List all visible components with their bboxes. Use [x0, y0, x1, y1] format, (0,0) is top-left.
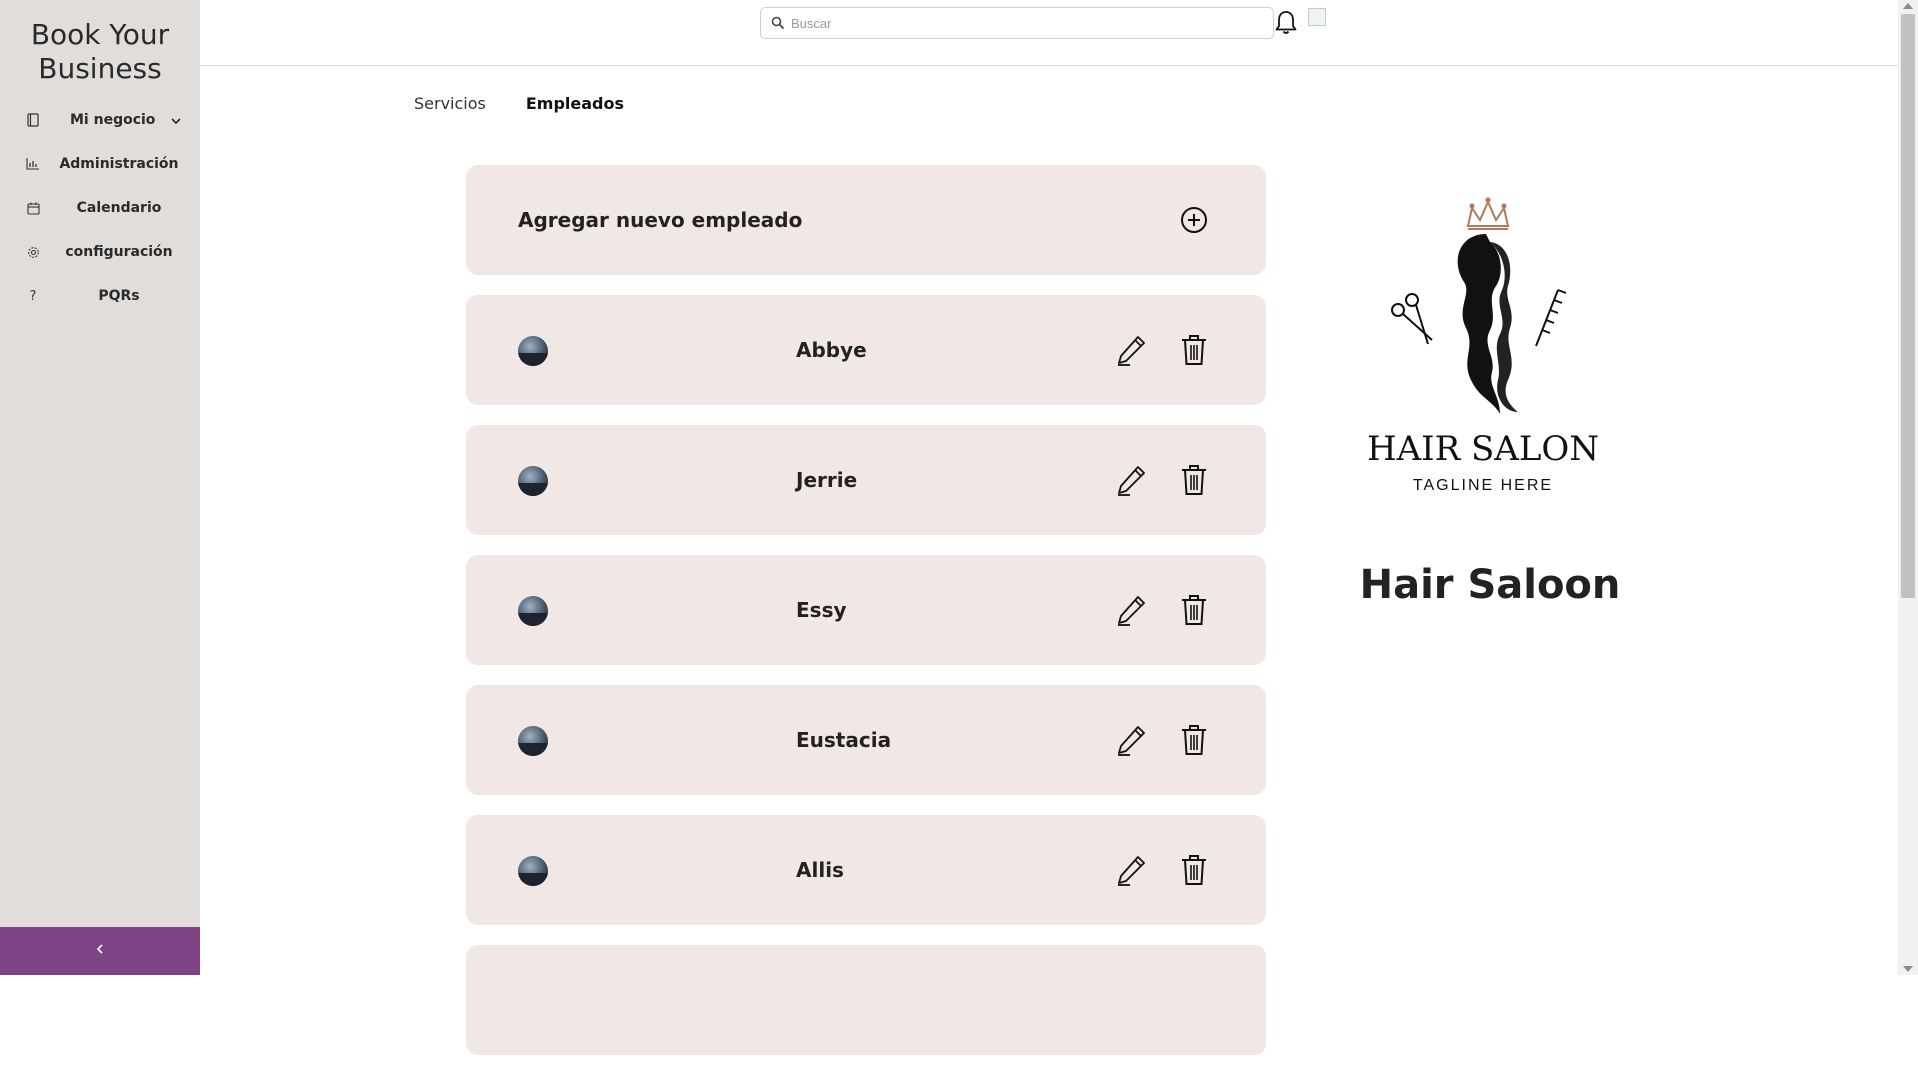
- employee-card-partial: [466, 945, 1266, 1055]
- search-input[interactable]: [791, 9, 1273, 37]
- employee-photo: [518, 856, 548, 886]
- brand-title: Book Your Business: [30, 18, 170, 85]
- calendar-icon: [26, 201, 40, 215]
- tab-empleados[interactable]: Empleados: [526, 94, 624, 113]
- user-avatar[interactable]: [1308, 8, 1326, 26]
- employee-photo: [518, 336, 548, 366]
- scroll-up-arrow[interactable]: [1903, 3, 1913, 9]
- sidebar-item-label: configuración: [65, 244, 173, 260]
- pencil-icon[interactable]: [1114, 463, 1148, 497]
- sidebar-item-label: PQRs: [98, 288, 140, 304]
- employee-card: Eustacia: [466, 685, 1266, 795]
- pencil-icon[interactable]: [1114, 333, 1148, 367]
- book-icon: [26, 113, 40, 127]
- search-icon: [771, 16, 785, 30]
- pencil-icon[interactable]: [1114, 723, 1148, 757]
- employee-name: Essy: [796, 598, 847, 622]
- employee-card: Allis: [466, 815, 1266, 925]
- trash-icon[interactable]: [1180, 463, 1208, 497]
- chart-icon: [26, 157, 40, 171]
- section-tabs: Servicios Empleados: [414, 94, 624, 113]
- logo-title: HAIR SALON: [1368, 429, 1598, 469]
- sidebar-item-administracion[interactable]: Administración: [0, 142, 200, 186]
- scrollbar-thumb[interactable]: [1901, 14, 1915, 598]
- sidebar-nav: Mi negocio Administración Calendario con…: [0, 98, 200, 318]
- add-employee-label: Agregar nuevo empleado: [518, 208, 803, 232]
- sidebar-item-configuracion[interactable]: configuración: [0, 230, 200, 274]
- employee-photo: [518, 466, 548, 496]
- sidebar-item-label: Administración: [59, 156, 179, 172]
- plus-circle-icon[interactable]: [1180, 206, 1208, 234]
- gear-icon: [26, 245, 40, 259]
- trash-icon[interactable]: [1180, 723, 1208, 757]
- employee-photo: [518, 726, 548, 756]
- employee-name: Eustacia: [796, 728, 892, 752]
- pencil-icon[interactable]: [1114, 853, 1148, 887]
- logo-tagline: TAGLINE HERE: [1413, 477, 1553, 494]
- bell-icon[interactable]: [1274, 10, 1298, 36]
- employee-name: Allis: [796, 858, 844, 882]
- business-logo: HAIR SALON TAGLINE HERE: [1367, 190, 1599, 500]
- employee-card: Abbye: [466, 295, 1266, 405]
- sidebar-collapse-button[interactable]: [0, 927, 200, 975]
- add-employee-card[interactable]: Agregar nuevo empleado: [466, 165, 1266, 275]
- employee-list: Agregar nuevo empleado Abbye Jerrie Essy: [466, 165, 1266, 1075]
- business-name: Hair Saloon: [1359, 562, 1621, 608]
- tab-servicios[interactable]: Servicios: [414, 94, 486, 113]
- sidebar: Book Your Business Mi negocio Administra…: [0, 0, 200, 975]
- sidebar-item-mi-negocio[interactable]: Mi negocio: [0, 98, 200, 142]
- employee-name: Jerrie: [796, 468, 858, 492]
- page-scrollbar[interactable]: [1898, 0, 1918, 975]
- employee-name: Abbye: [796, 338, 867, 362]
- sidebar-item-pqrs[interactable]: ? PQRs: [0, 274, 200, 318]
- sidebar-item-calendario[interactable]: Calendario: [0, 186, 200, 230]
- employee-card: Essy: [466, 555, 1266, 665]
- employee-card: Jerrie: [466, 425, 1266, 535]
- employee-photo: [518, 596, 548, 626]
- chevron-left-icon: [95, 942, 105, 960]
- crown-icon: [1466, 197, 1510, 230]
- pencil-icon[interactable]: [1114, 593, 1148, 627]
- scroll-down-arrow[interactable]: [1903, 966, 1913, 972]
- sidebar-item-label: Calendario: [76, 200, 162, 216]
- search-box: [760, 7, 1274, 39]
- trash-icon[interactable]: [1180, 333, 1208, 367]
- trash-icon[interactable]: [1180, 853, 1208, 887]
- trash-icon[interactable]: [1180, 593, 1208, 627]
- question-icon: ?: [29, 288, 37, 304]
- chevron-down-icon: [170, 113, 182, 131]
- top-header: [200, 0, 1898, 66]
